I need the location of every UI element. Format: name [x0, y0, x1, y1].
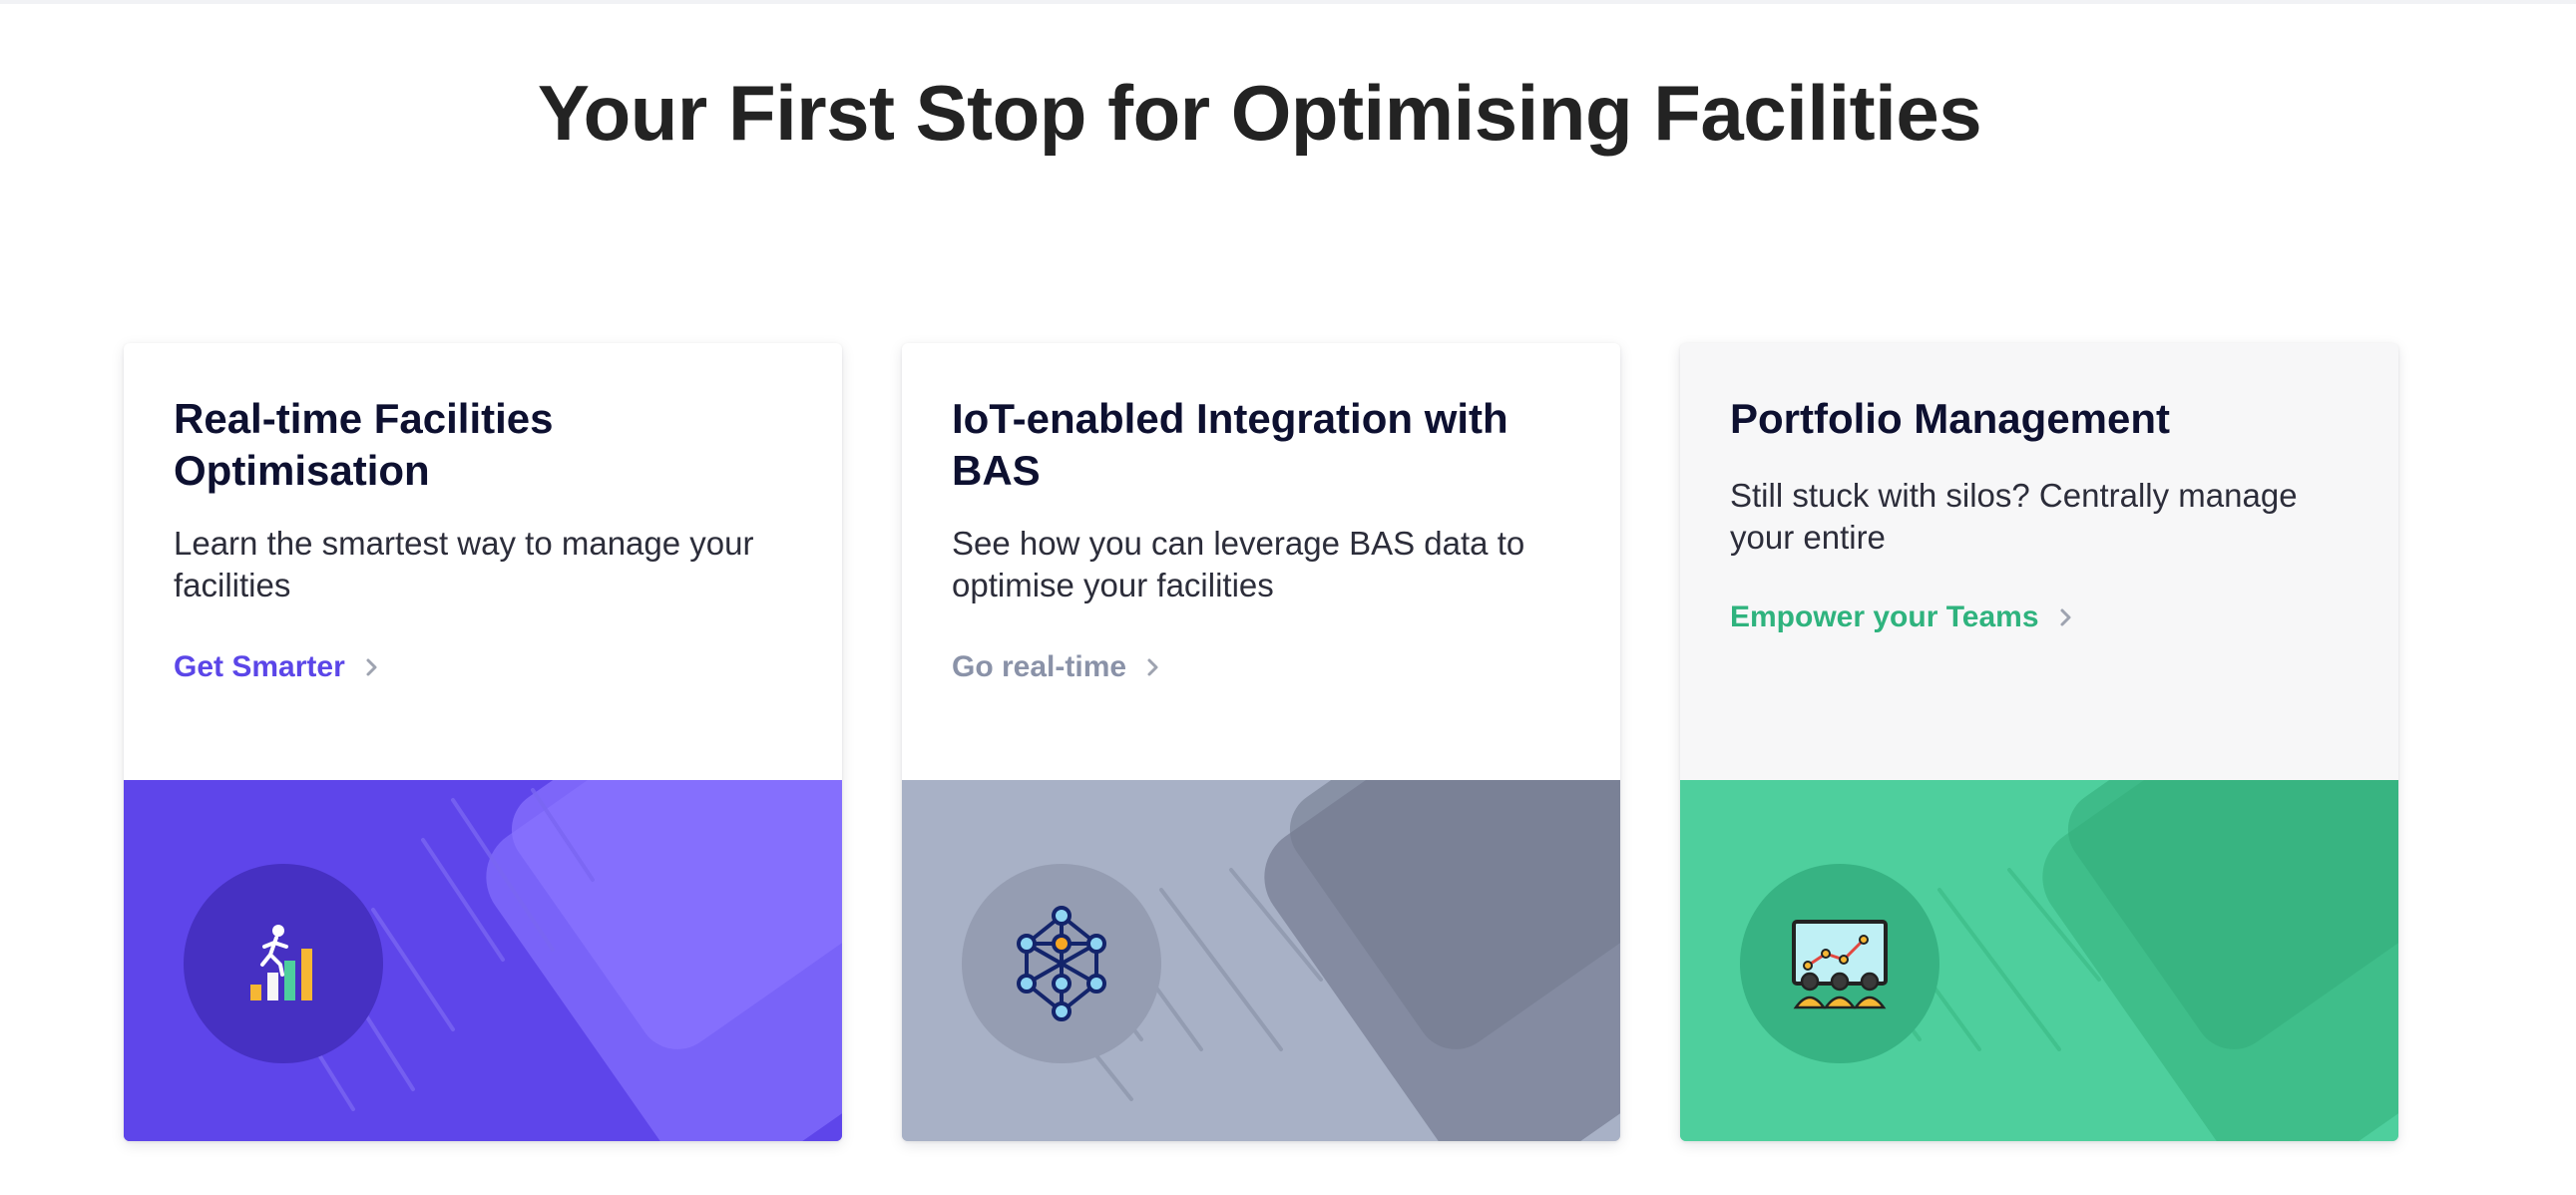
card-illustration	[1680, 780, 2398, 1141]
get-smarter-link[interactable]: Get Smarter	[174, 650, 387, 684]
chevron-right-icon	[1147, 658, 1158, 676]
icon-circle	[1740, 864, 1939, 1063]
card-illustration	[902, 780, 1620, 1141]
card-body: Real-time Facilities Optimisation Learn …	[124, 343, 842, 780]
icon-circle	[962, 864, 1161, 1063]
go-real-time-link[interactable]: Go real-time	[952, 650, 1168, 684]
card-description: Learn the smartest way to manage your fa…	[174, 525, 754, 603]
network-nodes-icon	[1017, 906, 1106, 1021]
chevron-right-icon	[366, 658, 377, 676]
card-illustration	[124, 780, 842, 1141]
card-portfolio-management[interactable]: Portfolio Management Still stuck with si…	[1680, 343, 2398, 1141]
card-title: Portfolio Management	[1730, 395, 2171, 442]
card-facilities-optimisation[interactable]: Real-time Facilities Optimisation Learn …	[124, 343, 842, 1141]
card-title: IoT-enabled Integration with BAS	[952, 395, 1508, 494]
top-divider	[0, 0, 2576, 4]
page-title: Your First Stop for Optimising Facilitie…	[537, 69, 1982, 157]
card-body: IoT-enabled Integration with BAS See how…	[902, 343, 1620, 780]
card-iot-integration[interactable]: IoT-enabled Integration with BAS See how…	[902, 343, 1620, 1141]
team-presentation-icon	[1792, 920, 1888, 1009]
card-body: Portfolio Management Still stuck with si…	[1680, 343, 2398, 780]
empower-your-teams-link[interactable]: Empower your Teams	[1730, 600, 2081, 634]
card-description: See how you can leverage BAS data to opt…	[952, 525, 1525, 603]
card-description: Still stuck with silos? Centrally manage…	[1730, 477, 2298, 556]
link-label: Empower your Teams	[1730, 600, 2039, 633]
link-label: Get Smarter	[174, 650, 345, 683]
card-title: Real-time Facilities Optimisation	[174, 395, 554, 494]
link-label: Go real-time	[952, 650, 1127, 683]
chevron-right-icon	[2060, 608, 2071, 626]
icon-circle	[184, 864, 383, 1063]
climbing-growth-chart-icon	[250, 925, 312, 1000]
